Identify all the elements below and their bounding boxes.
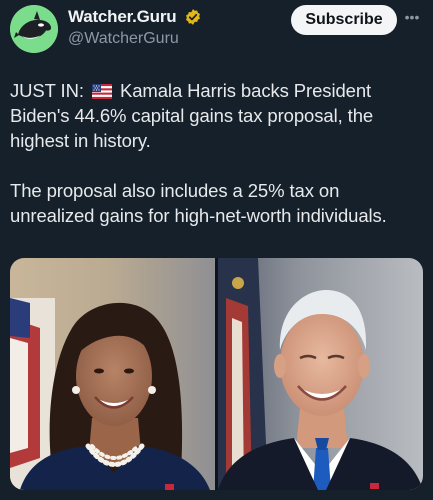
kamala-harris-photo[interactable] [10,258,215,490]
us-flag-icon [91,84,112,99]
tweet-paragraph-1: JUST IN: Kamala Harris backs President B… [10,78,420,153]
verified-badge-icon [185,9,200,25]
tweet-paragraph-2: The proposal also includes a 25% tax on … [10,180,387,226]
account-handle[interactable]: @WatcherGuru [68,30,202,48]
avatar[interactable] [10,5,58,53]
tweet-media[interactable] [10,258,423,490]
account-name-block: Watcher.Guru @WatcherGuru [68,7,202,48]
joe-biden-photo[interactable] [218,258,423,490]
subscribe-button[interactable]: Subscribe [291,5,397,35]
orca-logo-icon [10,5,58,53]
tweet-header: Watcher.Guru @WatcherGuru Subscribe ••• [10,5,423,55]
tweet-text: JUST IN: Kamala Harris backs President B… [10,78,420,228]
display-name[interactable]: Watcher.Guru [68,7,177,27]
tweet-prefix: JUST IN: [10,80,84,101]
more-options-icon[interactable]: ••• [402,9,422,29]
